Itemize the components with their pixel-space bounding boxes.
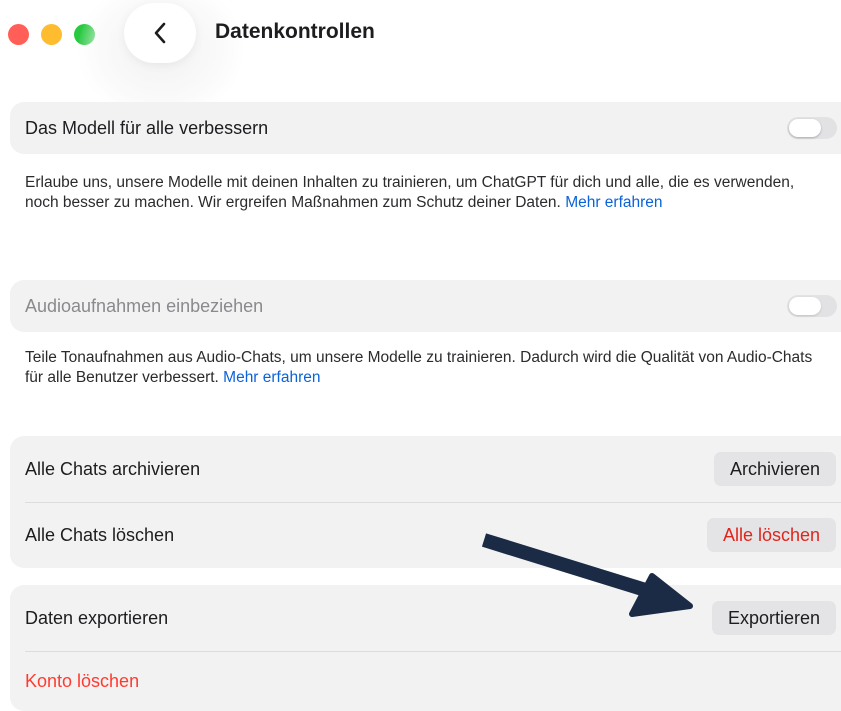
improve-model-description: Erlaube uns, unsere Modelle mit deinen I…: [25, 173, 815, 213]
audio-description-text: Teile Tonaufnahmen aus Audio-Chats, um u…: [25, 349, 813, 386]
account-card: Daten exportieren Exportieren Konto lösc…: [10, 585, 841, 711]
close-window-button[interactable]: [8, 24, 29, 45]
audio-toggle[interactable]: [787, 295, 837, 317]
archive-chats-label: Alle Chats archivieren: [25, 458, 201, 479]
archive-chats-row: Alle Chats archivieren Archivieren: [10, 436, 841, 502]
delete-all-button[interactable]: Alle löschen: [706, 518, 836, 552]
improve-model-label: Das Modell für alle verbessern: [25, 117, 269, 138]
audio-description: Teile Tonaufnahmen aus Audio-Chats, um u…: [25, 348, 815, 388]
audio-card: Audioaufnahmen einbeziehen: [10, 280, 841, 332]
back-button[interactable]: [124, 3, 196, 63]
export-data-row: Daten exportieren Exportieren: [10, 585, 841, 651]
page-title: Datenkontrollen: [215, 20, 375, 43]
archive-button[interactable]: Archivieren: [713, 452, 836, 486]
chevron-left-icon: [154, 22, 166, 44]
minimize-window-button[interactable]: [41, 24, 62, 45]
improve-model-card: Das Modell für alle verbessern: [10, 102, 841, 154]
delete-chats-label: Alle Chats löschen: [25, 524, 175, 545]
improve-model-learn-more-link[interactable]: Mehr erfahren: [565, 194, 662, 211]
delete-account-label[interactable]: Konto löschen: [25, 671, 139, 692]
delete-account-row[interactable]: Konto löschen: [10, 651, 841, 711]
improve-model-toggle[interactable]: [787, 117, 837, 139]
improve-model-description-text: Erlaube uns, unsere Modelle mit deinen I…: [25, 174, 795, 211]
toggle-knob: [789, 297, 821, 315]
audio-row: Audioaufnahmen einbeziehen: [10, 280, 841, 332]
improve-model-row: Das Modell für alle verbessern: [10, 102, 841, 154]
toggle-knob: [789, 119, 821, 137]
audio-label: Audioaufnahmen einbeziehen: [25, 295, 264, 316]
export-button[interactable]: Exportieren: [711, 601, 836, 635]
delete-chats-row: Alle Chats löschen Alle löschen: [10, 502, 841, 568]
audio-learn-more-link[interactable]: Mehr erfahren: [223, 369, 320, 386]
chats-card: Alle Chats archivieren Archivieren Alle …: [10, 436, 841, 568]
export-data-label: Daten exportieren: [25, 607, 169, 628]
